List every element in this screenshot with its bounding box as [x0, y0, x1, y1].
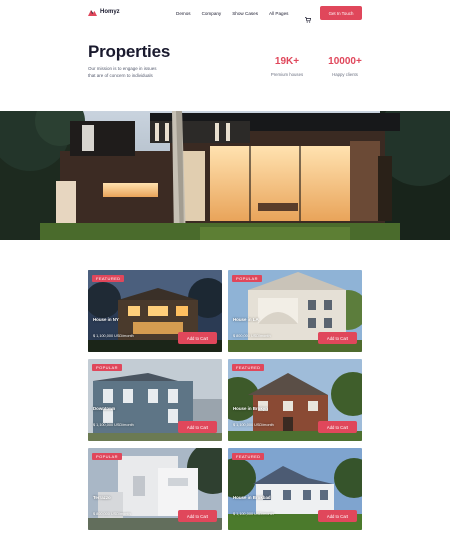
property-price: $ 1,100,000 USD/month	[233, 423, 274, 427]
stat-happy-clients: 10000+ Happy clients	[324, 56, 366, 77]
menu-item-show-cases[interactable]: Show Cases	[232, 11, 258, 16]
property-card[interactable]: FEATURED House in Brokbad $ 1,100,000 US…	[228, 448, 362, 530]
page-title: Properties	[88, 42, 171, 61]
get-in-touch-button[interactable]: Get In Touch	[320, 6, 362, 20]
stat-label: Happy clients	[332, 72, 358, 77]
property-name: House in Brokbad	[233, 495, 271, 500]
status-badge: POPULAR	[92, 364, 122, 371]
property-price: $ 1,100,000 USD/month	[93, 423, 134, 427]
add-to-cart-button[interactable]: Add to Cart	[318, 421, 357, 433]
stat-premium-houses: 19K+ Premium houses	[268, 56, 306, 77]
property-price: $ 800,000 USD/month	[233, 334, 271, 338]
add-to-cart-button[interactable]: Add to Cart	[178, 332, 217, 344]
stat-label: Premium houses	[270, 72, 304, 77]
property-card[interactable]: POPULAR Downtown $ 1,100,000 USD/month A…	[88, 359, 222, 441]
menu-item-demos[interactable]: Demos	[176, 11, 191, 16]
stat-value: 19K+	[274, 56, 300, 67]
property-card[interactable]: POPULAR Terrazzo $ 800,000 USD/month Add…	[88, 448, 222, 530]
brand-name: Homyz	[100, 9, 120, 15]
logo[interactable]: Homyz	[88, 8, 120, 16]
hero-house-image	[0, 111, 450, 240]
property-card[interactable]: FEATURED House in NY $ 1,100,000 USD/mon…	[88, 270, 222, 352]
status-badge: FEATURED	[232, 364, 265, 371]
mission-line: that are of concern to individuals	[88, 72, 153, 78]
status-badge: POPULAR	[232, 275, 262, 282]
property-price: $ 800,000 USD/month	[93, 512, 131, 516]
menu-item-company[interactable]: Company	[202, 11, 222, 16]
top-navigation: Homyz Demos Company Show Cases All Pages…	[0, 0, 450, 28]
property-price: $ 1,100,000 USD/month	[233, 512, 274, 516]
property-name: House in NY	[93, 317, 119, 322]
property-name: Downtown	[93, 406, 116, 411]
property-price: $ 1,100,000 USD/month	[93, 334, 134, 338]
property-card[interactable]: POPULAR House in LA $ 800,000 USD/month …	[228, 270, 362, 352]
cart-icon[interactable]	[305, 10, 312, 23]
mission-text: Our mission is to engage in issues that …	[88, 66, 178, 79]
property-name: House in LA	[233, 317, 259, 322]
status-badge: FEATURED	[232, 453, 265, 460]
main-menu: Demos Company Show Cases All Pages	[176, 11, 299, 16]
add-to-cart-button[interactable]: Add to Cart	[318, 332, 357, 344]
add-to-cart-button[interactable]: Add to Cart	[178, 510, 217, 522]
logo-icon	[88, 8, 97, 16]
add-to-cart-button[interactable]: Add to Cart	[318, 510, 357, 522]
property-name: House in Brokyn	[233, 406, 268, 411]
property-card[interactable]: FEATURED House in Brokyn $ 1,100,000 USD…	[228, 359, 362, 441]
menu-item-all-pages[interactable]: All Pages	[269, 11, 288, 16]
add-to-cart-button[interactable]: Add to Cart	[178, 421, 217, 433]
property-name: Terrazzo	[93, 495, 111, 500]
status-badge: FEATURED	[92, 275, 125, 282]
status-badge: POPULAR	[92, 453, 122, 460]
stat-value: 10000+	[328, 56, 362, 67]
